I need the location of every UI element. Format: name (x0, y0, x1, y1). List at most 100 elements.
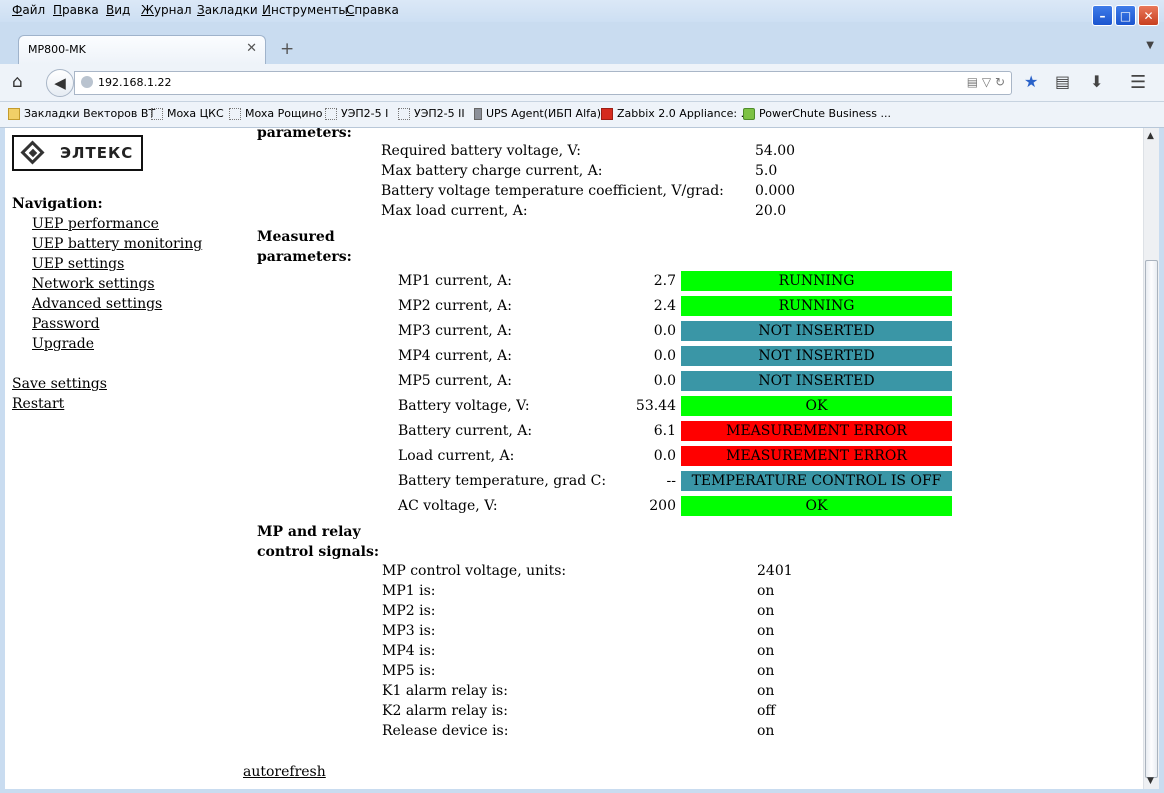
save-settings-link[interactable]: Save settings (12, 376, 107, 392)
close-tab-icon[interactable]: ✕ (246, 41, 257, 56)
autorefresh-link[interactable]: autorefresh (243, 764, 326, 780)
zabbix-icon (601, 107, 613, 120)
menu-view[interactable]: Вид (106, 3, 130, 17)
control-label: K2 alarm relay is: (382, 703, 508, 719)
control-value: on (757, 683, 775, 699)
scroll-up-icon[interactable]: ▲ (1147, 131, 1154, 141)
bookmark-star-icon[interactable]: ★ (1024, 72, 1038, 91)
page-icon (398, 107, 410, 120)
bookmarks-menu-icon[interactable]: ▤ (1055, 72, 1070, 91)
measure-value: 200 (649, 498, 676, 514)
status-badge: RUNNING (681, 296, 952, 316)
control-label: K1 alarm relay is: (382, 683, 508, 699)
window-controls: – □ ✕ (1092, 5, 1159, 26)
measure-label: MP2 current, A: (398, 298, 513, 314)
ups-icon (474, 107, 482, 120)
control-label: MP control voltage, units: (382, 563, 567, 579)
nav-link-uep-settings[interactable]: UEP settings (32, 256, 124, 272)
page-icon (151, 107, 163, 120)
bookmark-item[interactable]: PowerChute Business ... (743, 107, 891, 120)
scroll-down-icon[interactable]: ▼ (1147, 776, 1154, 786)
status-badge: RUNNING (681, 271, 952, 291)
bookmark-item[interactable]: Moxa Рощино (229, 107, 322, 120)
home-icon[interactable]: ⌂ (12, 72, 23, 92)
param-value: 0.000 (755, 183, 796, 199)
menu-edit[interactable]: Правка (53, 3, 99, 17)
battery-params-heading: parameters: (257, 128, 352, 141)
bookmark-item[interactable]: Zabbix 2.0 Appliance: ... (601, 107, 751, 120)
control-value: 2401 (757, 563, 793, 579)
control-value: on (757, 663, 775, 679)
bookmark-item[interactable]: УЭП2-5 II (398, 107, 465, 120)
downloads-icon[interactable]: ⬇ (1090, 72, 1103, 91)
navigation-toolbar: ⌂ ◀ 192.168.1.22 ▤ ▽ ↻ ★ ▤ ⬇ ☰ (0, 64, 1164, 102)
page-icon (325, 107, 337, 120)
vertical-scrollbar[interactable]: ▲ ▼ (1143, 128, 1159, 789)
nav-link-uep-performance[interactable]: UEP performance (32, 216, 159, 232)
measure-label: MP1 current, A: (398, 273, 513, 289)
reload-icon[interactable]: ▤ ▽ ↻ (967, 75, 1005, 89)
site-identity-icon[interactable] (81, 76, 93, 88)
minimize-icon[interactable]: – (1092, 5, 1113, 26)
hamburger-menu-icon[interactable]: ☰ (1130, 72, 1146, 93)
tab-strip: MP800-MK ✕ + ▼ (0, 30, 1164, 64)
status-badge: NOT INSERTED (681, 371, 952, 391)
param-label: Required battery voltage, V: (381, 143, 581, 159)
control-label: Release device is: (382, 723, 509, 739)
close-window-icon[interactable]: ✕ (1138, 5, 1159, 26)
control-label: MP2 is: (382, 603, 436, 619)
tab-list-icon[interactable]: ▼ (1146, 40, 1154, 51)
bookmark-item[interactable]: Moxa ЦКС (151, 107, 224, 120)
menu-bookmarks[interactable]: Закладки (197, 3, 258, 17)
bookmark-label: UPS Agent(ИБП Alfa) (486, 107, 602, 120)
measure-value: 0.0 (653, 323, 676, 339)
bookmark-label: Moxa ЦКС (167, 107, 224, 120)
tab-title: MP800-MK (28, 43, 86, 56)
restart-link[interactable]: Restart (12, 396, 64, 412)
control-value: on (757, 643, 775, 659)
status-badge: OK (681, 396, 952, 416)
bookmark-item[interactable]: УЭП2-5 I (325, 107, 388, 120)
maximize-icon[interactable]: □ (1115, 5, 1136, 26)
measure-value: 2.4 (653, 298, 676, 314)
param-label: Max load current, A: (381, 203, 528, 219)
status-badge: NOT INSERTED (681, 346, 952, 366)
measure-value: 0.0 (653, 448, 676, 464)
measure-label: Battery current, A: (398, 423, 533, 439)
measure-label: Load current, A: (398, 448, 515, 464)
folder-icon (8, 107, 20, 120)
nav-link-uep-battery-monitoring[interactable]: UEP battery monitoring (32, 236, 202, 252)
back-button[interactable]: ◀ (46, 69, 74, 97)
status-badge: MEASUREMENT ERROR (681, 421, 952, 441)
measured-heading-line2: parameters: (257, 249, 352, 265)
menu-history[interactable]: Журнал (141, 3, 192, 17)
page-icon (229, 107, 241, 120)
measured-heading-line1: Measured (257, 229, 335, 245)
measure-value: -- (666, 473, 676, 489)
menu-file[interactable]: Файл (12, 3, 45, 17)
bookmark-item[interactable]: UPS Agent(ИБП Alfa) (474, 107, 601, 120)
measure-value: 53.44 (635, 398, 676, 414)
control-label: MP4 is: (382, 643, 436, 659)
eltex-logo: ЭЛТЕКС (12, 135, 143, 171)
address-bar[interactable]: 192.168.1.22 ▤ ▽ ↻ (74, 71, 1012, 95)
bookmark-item[interactable]: Закладки Векторов ВТ (8, 107, 155, 120)
menu-help[interactable]: Справка (346, 3, 399, 17)
measure-label: AC voltage, V: (398, 498, 498, 514)
measure-value: 0.0 (653, 373, 676, 389)
tab-active[interactable]: MP800-MK ✕ (18, 35, 266, 64)
nav-link-password[interactable]: Password (32, 316, 100, 332)
menu-tools[interactable]: Инструменты (262, 3, 348, 17)
nav-link-network-settings[interactable]: Network settings (32, 276, 155, 292)
nav-link-advanced-settings[interactable]: Advanced settings (32, 296, 162, 312)
param-value: 5.0 (755, 163, 778, 179)
measure-label: Battery temperature, grad C: (398, 473, 607, 489)
new-tab-icon[interactable]: + (280, 39, 294, 59)
control-value: on (757, 603, 775, 619)
back-arrow-icon: ◀ (54, 74, 66, 92)
nav-link-upgrade[interactable]: Upgrade (32, 336, 94, 352)
status-badge: OK (681, 496, 952, 516)
scrollbar-thumb[interactable] (1145, 260, 1158, 778)
eltex-logo-icon (20, 140, 46, 166)
url-text[interactable]: 192.168.1.22 (98, 76, 171, 89)
